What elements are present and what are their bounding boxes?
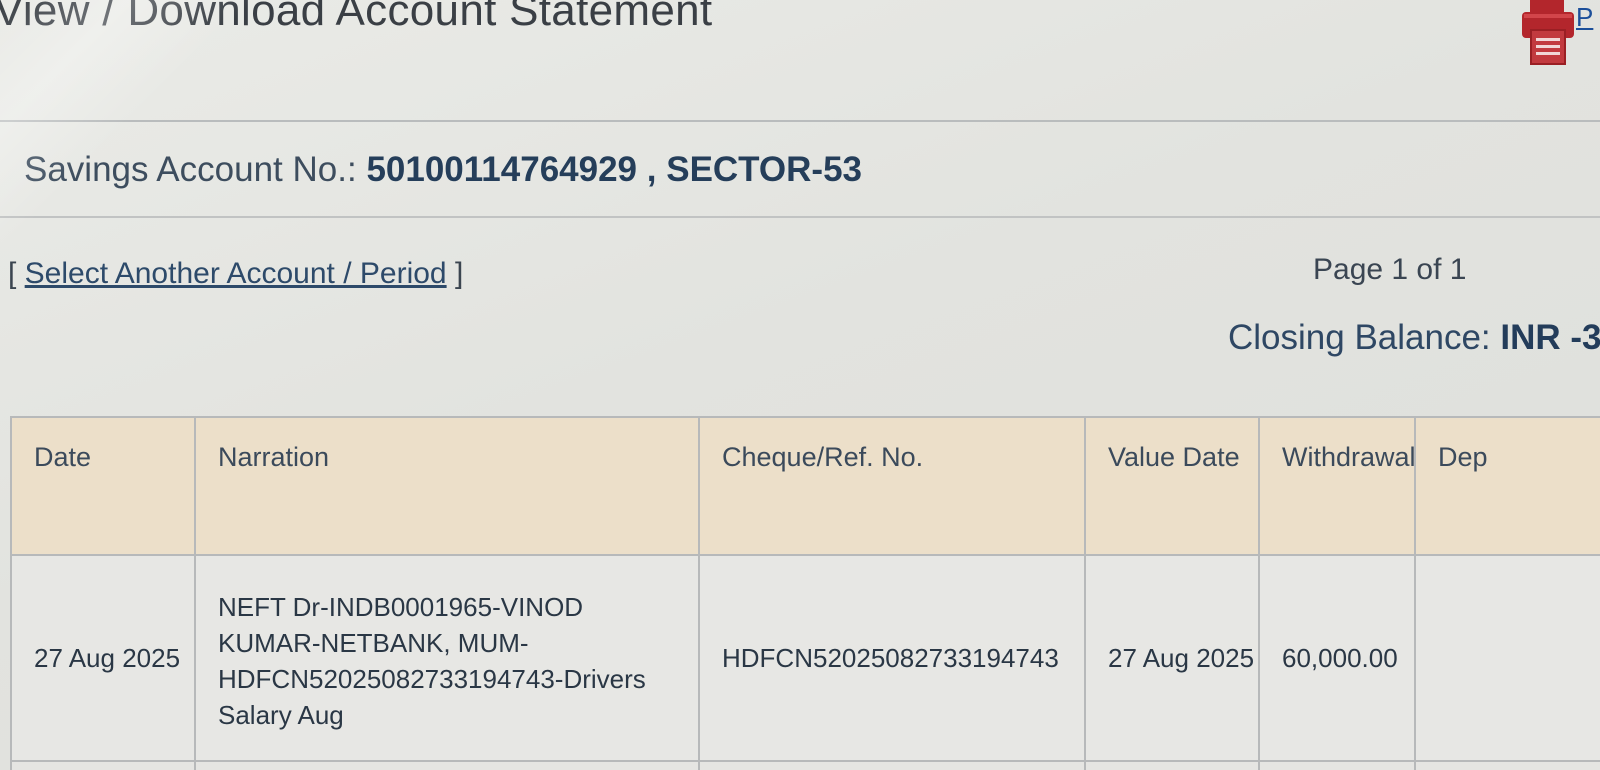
account-branch: SECTOR-53: [666, 150, 863, 189]
account-number: 50100114764929: [366, 150, 638, 189]
closing-balance-label: Closing Balance:: [1228, 318, 1501, 357]
header-narration: Narration: [194, 416, 700, 556]
narration-line: Salary Aug: [218, 700, 344, 730]
account-separator: ,: [637, 150, 667, 189]
cell-empty: [194, 760, 700, 770]
divider: [0, 216, 1600, 218]
table-row: 27 Aug 2025 NEFT Dr-INDB0001965-VINOD KU…: [10, 554, 1600, 762]
page-title: View / Download Account Statement: [0, 0, 713, 35]
closing-balance: Closing Balance: INR -3: [1228, 318, 1600, 358]
account-info: Savings Account No.: 50100114764929 , SE…: [24, 150, 862, 190]
cell-narration: NEFT Dr-INDB0001965-VINOD KUMAR-NETBANK,…: [194, 554, 700, 762]
cell-empty: [1414, 760, 1600, 770]
select-account-control: [ Select Another Account / Period ]: [8, 257, 463, 291]
cell-withdrawal: 60,000.00: [1258, 554, 1416, 762]
header-value-date: Value Date: [1084, 416, 1260, 556]
header-deposit: Dep: [1414, 416, 1600, 556]
header-date: Date: [10, 416, 196, 556]
bracket-open: [: [8, 257, 25, 290]
cell-ref: HDFCN52025082733194743: [698, 554, 1086, 762]
cell-empty: [10, 760, 196, 770]
narration-line: HDFCN52025082733194743-Drivers: [218, 664, 646, 694]
table-row: [10, 760, 1600, 770]
printer-icon: [1522, 0, 1574, 65]
statement-screen: View / Download Account Statement P Savi…: [0, 0, 1600, 770]
cell-value-date: 27 Aug 2025: [1084, 554, 1260, 762]
print-link[interactable]: P: [1576, 2, 1593, 33]
closing-balance-amount: INR -3: [1500, 318, 1600, 357]
cell-date: 27 Aug 2025: [10, 554, 196, 762]
table-header-row: Date Narration Cheque/Ref. No. Value Dat…: [10, 416, 1600, 556]
bracket-close: ]: [446, 257, 464, 290]
cell-empty: [1258, 760, 1416, 770]
narration-line: KUMAR-NETBANK, MUM-: [218, 628, 529, 658]
account-label: Savings Account No.:: [24, 150, 357, 189]
cell-empty: [1084, 760, 1260, 770]
header-ref: Cheque/Ref. No.: [698, 416, 1086, 556]
narration-line: NEFT Dr-INDB0001965-VINOD: [218, 592, 584, 622]
divider: [0, 120, 1600, 122]
cell-deposit: [1414, 554, 1600, 762]
select-another-account-link[interactable]: Select Another Account / Period: [25, 257, 447, 290]
statement-table: Date Narration Cheque/Ref. No. Value Dat…: [10, 416, 1600, 770]
header-withdrawal: Withdrawal: [1258, 416, 1416, 556]
print-button[interactable]: [1522, 0, 1582, 68]
cell-empty: [698, 760, 1086, 770]
page-indicator: Page 1 of 1: [1313, 253, 1467, 286]
